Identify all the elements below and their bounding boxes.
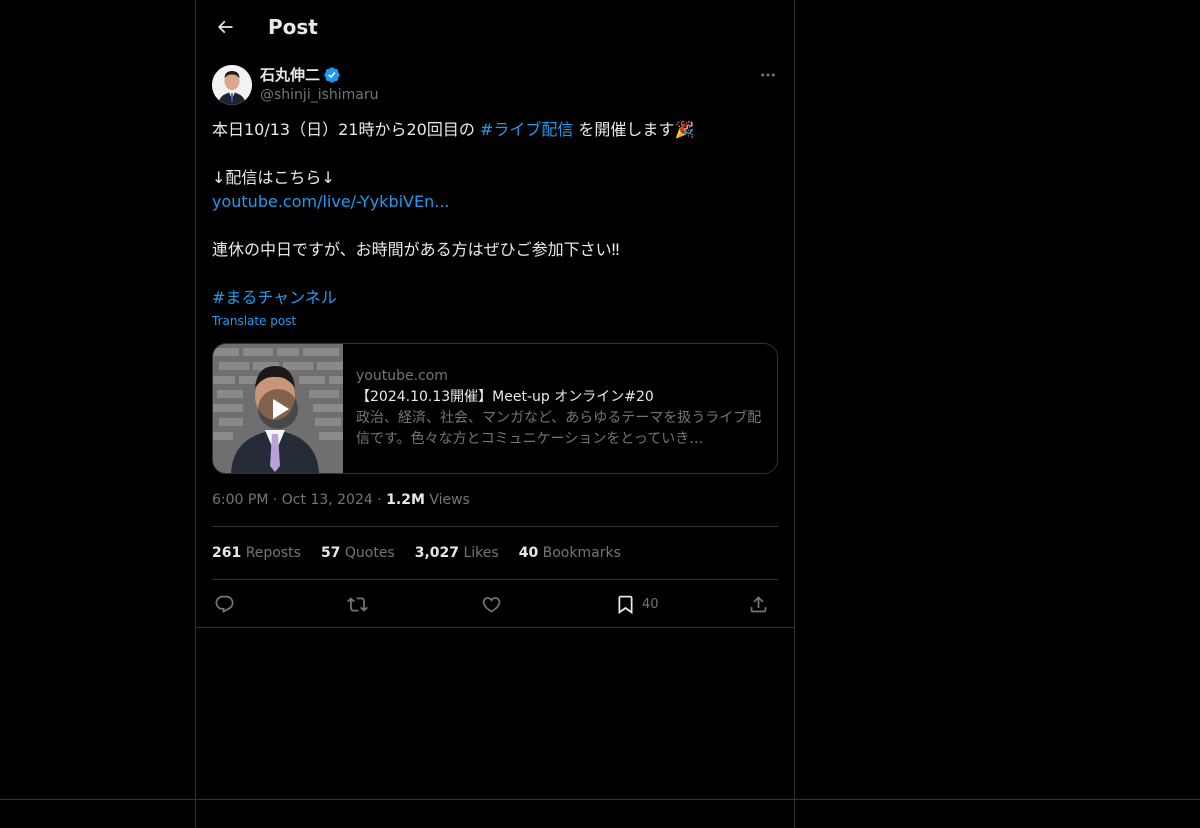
author-name[interactable]: 石丸伸二 [260, 65, 341, 85]
reposts-count: 261 [212, 545, 242, 561]
action-bar: 40 [212, 590, 778, 618]
post-meta: 6:00 PM · Oct 13, 2024 · 1.2M Views [212, 490, 470, 510]
author-name-text: 石丸伸二 [260, 66, 321, 84]
translate-post-link[interactable]: Translate post [212, 314, 296, 328]
bookmark-button[interactable]: 40 [615, 592, 659, 616]
meta-separator: · [268, 492, 282, 508]
meta-separator: · [372, 492, 387, 508]
bookmarks-label: Bookmarks [542, 545, 621, 561]
repost-button[interactable] [347, 592, 368, 616]
primary-column: Post 石丸伸二 @shinji_ishimaru 本日10/13（日）21時… [195, 0, 795, 828]
quotes-label: Quotes [344, 545, 395, 561]
play-icon [258, 389, 298, 429]
more-horizontal-icon [761, 73, 775, 77]
youtube-link[interactable]: youtube.com/live/-YykbiVEn... [212, 190, 450, 214]
post-line-1: 本日10/13（日）21時から20回目の #ライブ配信 を開催します🎉 [212, 118, 694, 142]
bookmark-count: 40 [642, 596, 659, 612]
reply-button[interactable] [214, 592, 235, 616]
likes-stat[interactable]: 3,027 Likes [415, 543, 499, 563]
divider [212, 579, 778, 580]
bookmark-icon [618, 595, 633, 614]
author-handle[interactable]: @shinji_ishimaru [260, 86, 379, 104]
hashtag-link-channel[interactable]: #まるチャンネル [212, 286, 337, 310]
post-line-2: ↓配信はこちら↓ [212, 168, 335, 187]
header: Post [196, 0, 794, 53]
more-button[interactable] [756, 64, 780, 86]
arrow-left-icon [217, 20, 233, 34]
card-title: 【2024.10.13開催】Meet-up オンライン#20 [356, 389, 654, 405]
heart-icon [482, 596, 501, 613]
post-time[interactable]: 6:00 PM [212, 492, 268, 508]
quotes-stat[interactable]: 57 Quotes [321, 543, 395, 563]
like-button[interactable] [481, 592, 502, 616]
page-title: Post [268, 15, 318, 39]
bottom-divider [0, 799, 1200, 800]
reply-icon [215, 595, 234, 613]
views-count: 1.2M [386, 492, 425, 508]
post-date[interactable]: Oct 13, 2024 [282, 492, 373, 508]
link-preview-card[interactable]: youtube.com 【2024.10.13開催】Meet-up オンライン#… [212, 343, 778, 474]
back-button[interactable] [210, 12, 240, 42]
post-text-segment: を開催します [573, 120, 675, 139]
bookmarks-count: 40 [518, 545, 539, 561]
bookmarks-stat[interactable]: 40 Bookmarks [519, 543, 621, 563]
avatar-image [212, 65, 252, 105]
hashtag-link[interactable]: #ライブ配信 [480, 120, 573, 139]
divider [196, 627, 794, 628]
post-text-segment: 本日10/13（日）21時から20回目の [212, 120, 480, 139]
post-stats: 261 Reposts 57 Quotes 3,027 Likes 40 Boo… [212, 543, 621, 563]
card-description: 政治、経済、社会、マンガなど、あらゆるテーマを扱うライブ配信です。色々な方とコミ… [356, 410, 762, 447]
video-thumbnail [213, 344, 343, 473]
party-emoji: 🎉 [674, 120, 695, 139]
likes-label: Likes [463, 545, 499, 561]
likes-count: 3,027 [414, 545, 460, 561]
card-domain: youtube.com [356, 368, 448, 384]
reposts-stat[interactable]: 261 Reposts [212, 543, 301, 563]
share-button[interactable] [748, 592, 769, 616]
verified-badge-icon [324, 67, 340, 83]
post-line-4: 連休の中日ですが、お時間がある方はぜひご参加下さい‼ [212, 240, 620, 259]
repost-icon [347, 596, 368, 612]
avatar[interactable] [212, 65, 252, 105]
divider [212, 526, 778, 527]
share-icon [750, 595, 767, 612]
views-label: Views [424, 492, 470, 508]
card-text: youtube.com 【2024.10.13開催】Meet-up オンライン#… [356, 366, 766, 450]
quotes-count: 57 [320, 545, 341, 561]
reposts-label: Reposts [245, 545, 301, 561]
